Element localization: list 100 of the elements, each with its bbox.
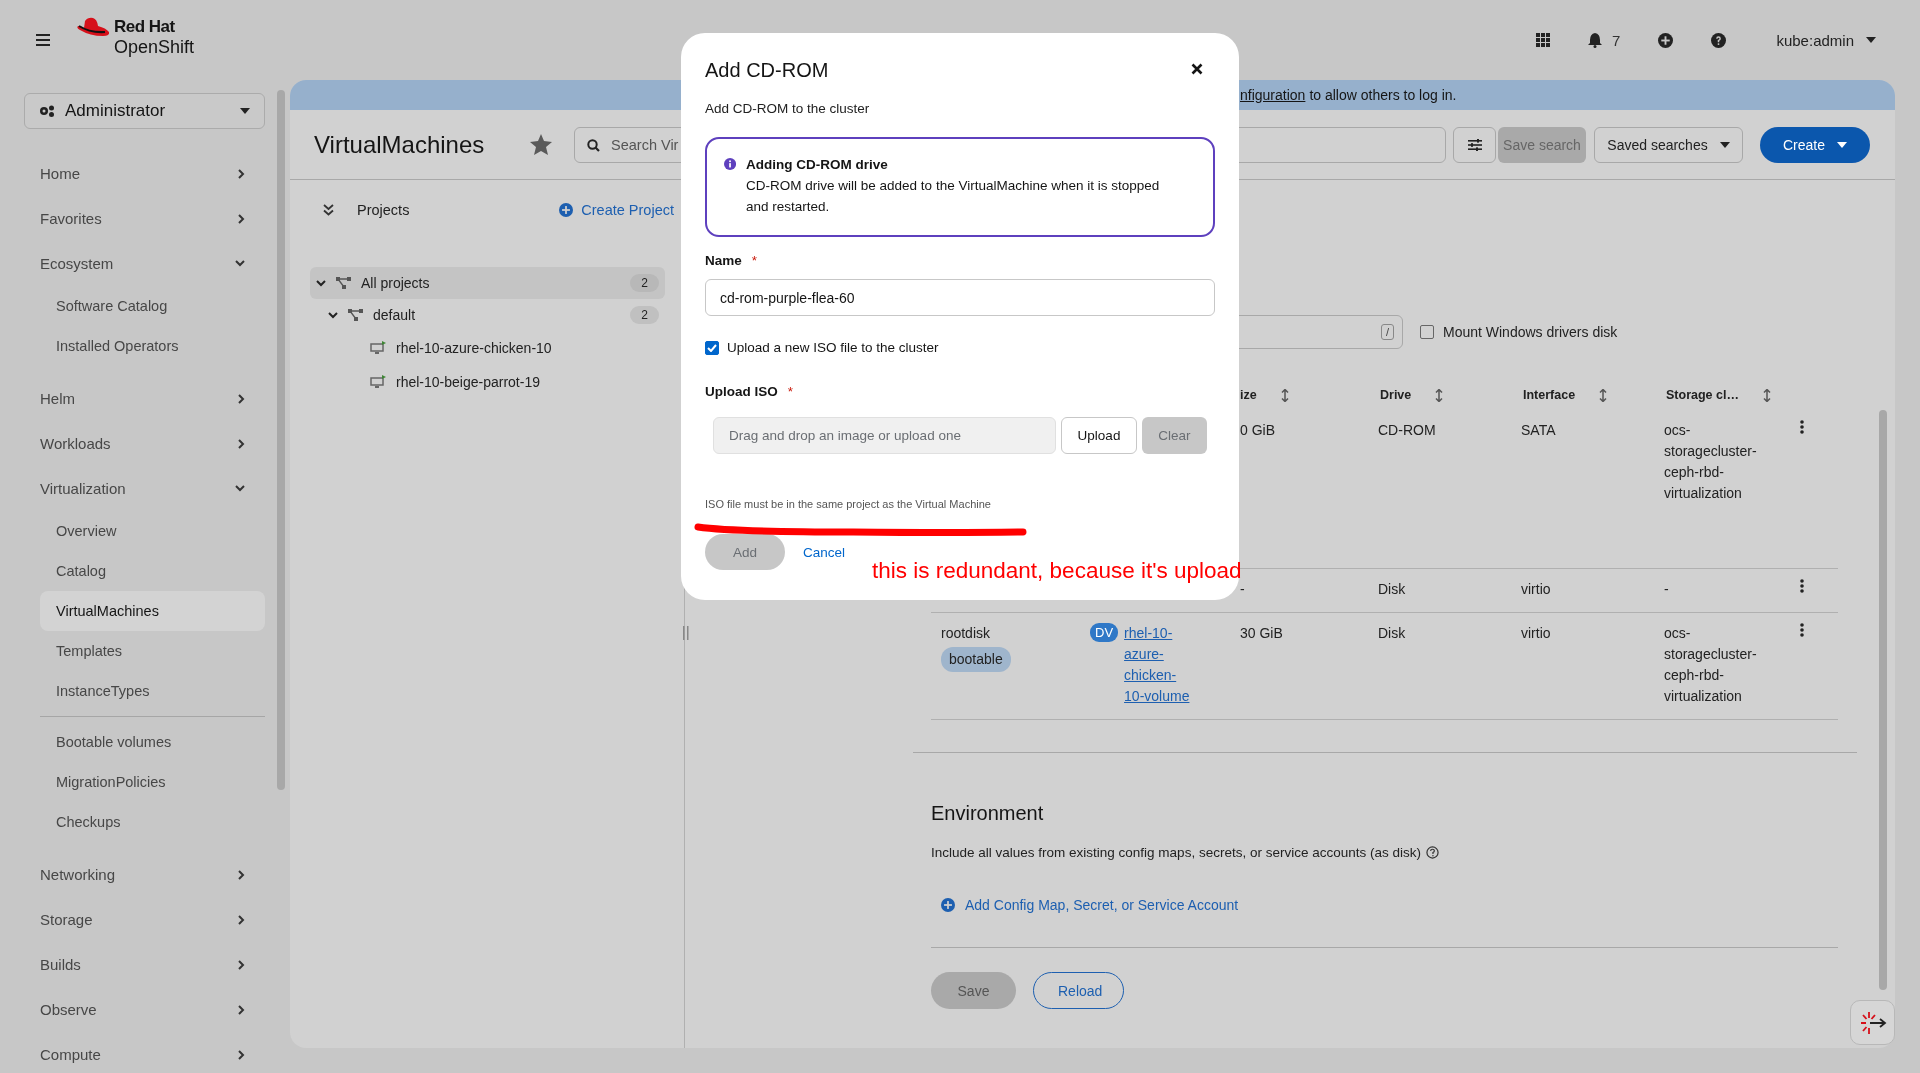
splitter-handle[interactable] — [683, 626, 689, 640]
chevron-icon — [328, 310, 338, 320]
bell-icon[interactable] — [1588, 32, 1603, 48]
page-title: VirtualMachines — [314, 130, 486, 159]
tree-item[interactable]: default 2 — [310, 299, 665, 331]
nav-item[interactable]: Software Catalog — [40, 286, 265, 326]
scrollbar[interactable] — [1879, 410, 1887, 990]
chevron-icon — [316, 278, 326, 288]
upload-button[interactable]: Upload — [1061, 417, 1137, 454]
projects-title: Projects — [357, 202, 410, 218]
nav-section[interactable]: Compute — [0, 1032, 290, 1073]
nav-section[interactable]: Favorites — [0, 196, 290, 241]
table-cell-text: 0 GiB — [1240, 421, 1275, 440]
chevron-right-icon — [238, 1049, 245, 1060]
chevron-right-icon — [238, 959, 245, 970]
kebab-icon[interactable] — [1800, 420, 1804, 434]
nav-section[interactable]: Ecosystem — [0, 241, 290, 286]
menu-icon[interactable] — [36, 34, 50, 46]
nav-item[interactable]: Catalog — [40, 551, 265, 591]
name-field[interactable]: cd-rom-purple-flea-60 — [705, 279, 1215, 316]
required-mark: * — [787, 384, 794, 399]
help-icon[interactable] — [1711, 32, 1727, 48]
topology-icon — [336, 277, 351, 289]
sort-icon[interactable] — [1435, 388, 1444, 402]
monitor-icon — [370, 375, 386, 389]
create-project-link[interactable]: Create Project — [559, 202, 674, 218]
file-drop-field[interactable]: Drag and drop an image or upload one — [713, 417, 1056, 454]
close-icon[interactable] — [1191, 62, 1203, 75]
column-header[interactable]: Interface — [1523, 388, 1576, 402]
nav-section[interactable]: Helm — [0, 376, 290, 421]
dv-label: DV — [1090, 623, 1119, 642]
saved-searches-dropdown[interactable]: Saved searches — [1594, 126, 1743, 163]
table-cell-text: 30 GiB — [1240, 624, 1283, 643]
collapse-icon[interactable] — [323, 204, 334, 216]
key-hint: / — [1380, 324, 1394, 340]
nav-item[interactable]: Templates — [40, 631, 265, 671]
chevron-right-icon — [238, 438, 245, 449]
chevron-down-icon — [235, 260, 245, 267]
caret-icon — [1866, 37, 1876, 43]
product-name: OpenShift — [114, 37, 195, 57]
add-config-link[interactable]: Add Config Map, Secret, or Service Account — [941, 897, 1857, 913]
volume-link[interactable]: rhel-10-azure-chicken-10-volume — [1124, 623, 1195, 707]
info-icon — [724, 157, 737, 171]
kebab-icon[interactable] — [1800, 579, 1804, 593]
tree-item[interactable]: rhel-10-azure-chicken-10 — [310, 331, 665, 365]
sort-icon[interactable] — [1280, 388, 1289, 402]
column-header[interactable]: Storage cl… — [1666, 388, 1739, 402]
column-header[interactable]: ize — [1240, 388, 1257, 402]
nav-item[interactable]: Checkups — [40, 802, 265, 842]
mount-windows-checkbox[interactable]: Mount Windows drivers disk — [1420, 324, 1618, 340]
nav-section[interactable]: Home — [0, 151, 290, 196]
caret-icon — [1719, 141, 1730, 148]
sort-icon[interactable] — [1599, 388, 1608, 402]
caret-icon — [1837, 141, 1847, 148]
chevron-right-icon — [238, 1004, 245, 1015]
chevron-right-icon — [238, 393, 245, 404]
notification-count: 7 — [1612, 31, 1621, 49]
sliders-icon — [1467, 138, 1482, 151]
plus-circle-icon[interactable] — [1658, 32, 1674, 48]
user-menu[interactable]: kube:admin — [1776, 31, 1876, 49]
banner-text: to allow others to log in. — [1309, 87, 1457, 103]
configuration-link[interactable]: nfiguration — [1240, 87, 1306, 103]
nav-section[interactable]: Builds — [0, 942, 290, 987]
nav-section[interactable]: Storage — [0, 897, 290, 942]
table-cell-text: ocs-storagecluster-ceph-rbd-virtualization — [1664, 624, 1758, 706]
help-icon[interactable] — [1425, 846, 1439, 859]
tree-item[interactable]: All projects 2 — [310, 267, 665, 299]
nav-item[interactable]: Installed Operators — [40, 326, 265, 366]
table-cell-text: virtio — [1521, 580, 1551, 599]
perspective-dropdown[interactable]: Administrator — [24, 93, 265, 129]
chevron-right-icon — [238, 914, 245, 925]
nav-item[interactable]: Overview — [40, 511, 265, 551]
nav-item[interactable]: MigrationPolicies — [40, 762, 265, 802]
table-cell-text: - — [1240, 580, 1245, 599]
filter-button[interactable] — [1453, 126, 1496, 163]
nav-section[interactable]: Networking — [0, 852, 290, 897]
table-cell-text: ocs-storagecluster-ceph-rbd-virtualization — [1664, 421, 1758, 503]
star-icon[interactable] — [530, 134, 552, 155]
create-button[interactable]: Create — [1760, 126, 1870, 163]
column-header[interactable]: Drive — [1380, 388, 1412, 402]
table-cell-text: - — [1664, 580, 1670, 599]
app-grid-icon[interactable] — [1536, 33, 1551, 47]
cancel-link[interactable]: Cancel — [801, 534, 848, 570]
assistant-button[interactable] — [1850, 1000, 1895, 1045]
nav-item[interactable]: VirtualMachines — [40, 591, 265, 631]
plus-circle-icon — [559, 203, 574, 217]
bootable-label: bootable — [941, 647, 1011, 672]
nav-item[interactable]: Bootable volumes — [40, 722, 265, 762]
scrollbar[interactable] — [277, 90, 285, 790]
tree-item[interactable]: rhel-10-beige-parrot-19 — [310, 365, 665, 399]
nav-section[interactable]: Observe — [0, 987, 290, 1032]
caret-icon — [240, 108, 250, 114]
upload-checkbox[interactable]: Upload a new ISO file to the cluster — [705, 340, 1215, 355]
kebab-icon[interactable] — [1800, 623, 1804, 637]
nav-item[interactable]: InstanceTypes — [40, 671, 265, 711]
nav-section[interactable]: Workloads — [0, 421, 290, 466]
annotation-text: this is redundant, because it's upload — [872, 558, 1242, 584]
count-badge: 2 — [630, 274, 659, 292]
nav-section[interactable]: Virtualization — [0, 466, 290, 511]
sort-icon[interactable] — [1762, 388, 1771, 402]
